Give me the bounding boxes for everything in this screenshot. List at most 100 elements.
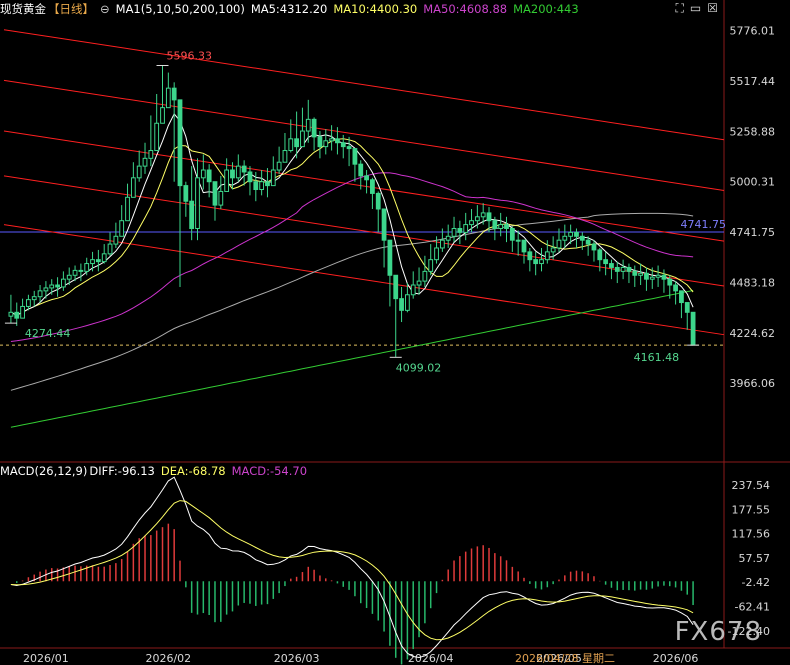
candle-body	[241, 165, 247, 173]
candle-body	[609, 263, 614, 268]
candle-body	[31, 296, 37, 301]
candle-body	[317, 136, 323, 148]
price-tick-label: 5000.31	[730, 176, 776, 189]
macd-tick-label: -62.41	[735, 601, 770, 614]
candle-body	[527, 251, 533, 261]
candle-body	[346, 146, 352, 150]
price-tick-label: 4224.62	[730, 327, 776, 340]
candle-body	[556, 239, 562, 249]
candle-body	[311, 118, 317, 138]
candle-body	[515, 239, 521, 242]
candle-body	[358, 163, 364, 177]
candle-body	[276, 161, 282, 171]
horizontal-level-label: 4741.75	[681, 218, 727, 231]
candle-body	[638, 272, 644, 276]
candle-body	[265, 181, 270, 187]
candle-body	[335, 138, 340, 144]
date-tick-label: 2026/02	[145, 652, 191, 665]
diff-line	[10, 476, 694, 659]
candle-body	[142, 157, 148, 167]
candle-body	[113, 235, 119, 245]
ma200-line	[10, 290, 694, 428]
low-annotation: 4099.02	[396, 361, 442, 374]
price-tick-label: 4741.75	[730, 226, 776, 239]
candle-body	[37, 290, 43, 298]
candle-body	[533, 259, 539, 265]
candle-body	[189, 200, 195, 229]
candle-body	[585, 239, 591, 245]
channel-line	[3, 130, 725, 242]
candle-body	[60, 278, 66, 288]
candle-body	[125, 196, 130, 222]
cursor-date-label: 2026/04/28 星期二	[515, 652, 615, 665]
candle-body	[504, 224, 509, 229]
candle-body	[364, 175, 369, 181]
candle-body	[539, 259, 544, 265]
candle-body	[393, 274, 399, 300]
macd-tick-label: 237.54	[732, 479, 771, 492]
candle-body	[486, 212, 492, 222]
candle-body	[259, 181, 265, 191]
candle-body	[288, 138, 294, 152]
candle-body	[603, 259, 609, 265]
price-tick-label: 5776.01	[730, 24, 776, 37]
macd-tick-label: 177.55	[732, 503, 771, 516]
candle-body	[177, 99, 183, 187]
candle-body	[101, 253, 107, 263]
candle-body	[632, 270, 638, 276]
candle-body	[562, 235, 568, 241]
ma5-line	[10, 112, 694, 316]
candle-body	[20, 305, 25, 319]
candle-body	[614, 266, 620, 272]
candle-body	[300, 130, 305, 148]
candle-body	[282, 150, 288, 163]
candle-body	[387, 239, 393, 276]
candle-body	[544, 251, 550, 261]
candle-body	[218, 190, 224, 206]
candle-body	[673, 284, 678, 292]
candle-body	[130, 177, 136, 198]
candle-body	[498, 224, 504, 229]
date-tick-label: 2026/04	[408, 652, 454, 665]
candle-body	[165, 87, 171, 109]
candle-body	[521, 239, 527, 253]
macd-tick-label: 57.57	[739, 552, 771, 565]
candle-body	[14, 311, 20, 319]
candle-body	[684, 302, 690, 313]
candle-body	[154, 122, 160, 152]
candle-body	[574, 231, 579, 237]
candle-body	[26, 299, 31, 307]
date-tick-label: 2026/03	[274, 652, 320, 665]
candle-body	[270, 169, 276, 187]
candle-body	[579, 235, 585, 241]
ma100-line	[10, 212, 694, 391]
candle-body	[445, 235, 451, 241]
candle-body	[253, 181, 259, 191]
candle-body	[370, 179, 375, 194]
candle-body	[43, 287, 49, 292]
candle-body	[410, 284, 416, 296]
macd-tick-label: 117.56	[732, 528, 771, 541]
candle-body	[294, 138, 300, 148]
candle-body	[492, 220, 498, 229]
candle-body	[206, 169, 212, 183]
candle-body	[661, 274, 667, 280]
ma10-line	[10, 138, 694, 316]
candle-body	[428, 259, 434, 272]
candle-body	[136, 165, 142, 179]
candle-body	[329, 138, 334, 142]
candle-body	[352, 148, 358, 165]
candle-body	[183, 185, 189, 202]
candle-body	[8, 311, 14, 317]
candle-body	[469, 220, 474, 226]
candle-body	[509, 227, 515, 241]
candle-body	[90, 259, 95, 265]
chart-canvas[interactable]: 5776.01 5517.44 5258.88 5000.31 4741.75 4483.…	[0, 0, 790, 665]
price-tick-label: 5258.88	[730, 125, 776, 138]
candle-body	[416, 280, 422, 286]
candle-body	[399, 298, 404, 311]
candle-body	[195, 177, 200, 229]
price-tick-label: 3966.06	[730, 377, 776, 390]
candle-body	[72, 269, 78, 276]
candle-body	[78, 269, 84, 272]
